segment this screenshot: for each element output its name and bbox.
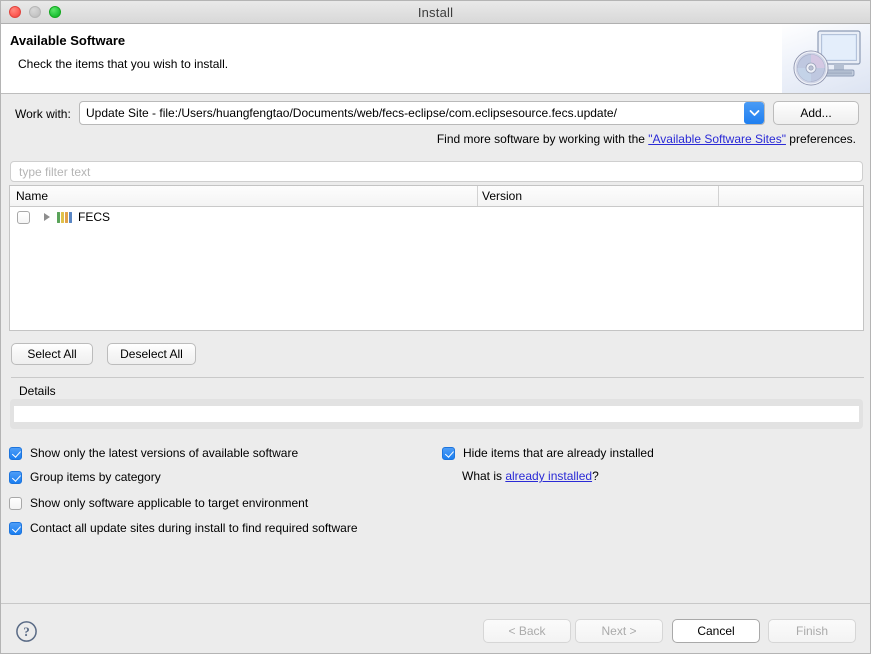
- page-title: Available Software: [10, 33, 126, 48]
- available-software-sites-link[interactable]: "Available Software Sites": [648, 132, 786, 146]
- minimize-button[interactable]: [29, 6, 41, 18]
- what-is-prefix: What is: [462, 469, 506, 483]
- details-text: [14, 406, 859, 422]
- work-with-value[interactable]: Update Site - file:/Users/huangfengtao/D…: [80, 106, 744, 120]
- expand-arrow-icon[interactable]: [44, 213, 50, 221]
- computer-cd-icon: [782, 24, 870, 93]
- column-header-name[interactable]: Name: [16, 189, 48, 203]
- tree-rows: FECS: [10, 207, 863, 227]
- dialog-header: Available Software Check the items that …: [1, 24, 870, 94]
- checkbox-hide-installed[interactable]: [442, 446, 455, 460]
- table-row[interactable]: FECS: [10, 207, 863, 227]
- cancel-button[interactable]: Cancel: [672, 619, 760, 643]
- column-divider-1[interactable]: [477, 186, 478, 206]
- what-is-already-installed: What is already installed?: [462, 469, 599, 483]
- row-name-label: FECS: [78, 210, 111, 224]
- dialog-footer: ? < Back Next > Cancel Finish: [1, 603, 870, 653]
- work-with-row: Work with: Update Site - file:/Users/hua…: [1, 101, 870, 129]
- chevron-down-icon[interactable]: [744, 102, 764, 124]
- filter-input[interactable]: type filter text: [10, 161, 863, 182]
- help-icon[interactable]: ?: [15, 620, 38, 643]
- column-divider-2[interactable]: [718, 186, 719, 206]
- column-header-version[interactable]: Version: [482, 189, 522, 203]
- install-dialog-window: Install Available Software Check the ite…: [0, 0, 871, 654]
- option-hide-installed[interactable]: Hide items that are already installed: [442, 446, 654, 460]
- checkbox-show-latest[interactable]: [9, 446, 22, 460]
- filter-placeholder: type filter text: [19, 164, 91, 179]
- window-controls: [9, 6, 61, 18]
- option-applicable-target-label: Show only software applicable to target …: [30, 496, 309, 510]
- next-button[interactable]: Next >: [575, 619, 663, 643]
- title-bar: Install: [1, 1, 870, 24]
- work-with-combo[interactable]: Update Site - file:/Users/huangfengtao/D…: [79, 101, 765, 125]
- option-show-latest-label: Show only the latest versions of availab…: [30, 446, 299, 460]
- window-title: Install: [417, 4, 454, 20]
- close-button[interactable]: [9, 6, 21, 18]
- section-divider: [11, 377, 864, 378]
- feature-category-icon: [57, 211, 72, 223]
- find-more-software-hint: Find more software by working with the "…: [437, 132, 856, 146]
- option-applicable-target[interactable]: Show only software applicable to target …: [9, 496, 308, 510]
- find-more-suffix: preferences.: [785, 132, 856, 146]
- svg-text:?: ?: [23, 624, 30, 639]
- select-all-button[interactable]: Select All: [11, 343, 93, 365]
- add-site-button[interactable]: Add...: [773, 101, 859, 125]
- what-is-suffix: ?: [592, 469, 599, 483]
- finish-button[interactable]: Finish: [768, 619, 856, 643]
- tree-header: Name Version: [10, 186, 863, 207]
- option-group-by-category-label: Group items by category: [30, 470, 161, 484]
- option-hide-installed-label: Hide items that are already installed: [463, 446, 654, 460]
- already-installed-link[interactable]: already installed: [505, 469, 592, 483]
- option-show-latest[interactable]: Show only the latest versions of availab…: [9, 446, 298, 460]
- find-more-prefix: Find more software by working with the: [436, 132, 649, 146]
- checkbox-contact-all-sites[interactable]: [9, 521, 22, 535]
- details-panel: [10, 399, 863, 429]
- details-label: Details: [19, 384, 56, 398]
- checkbox-applicable-target[interactable]: [9, 496, 22, 510]
- option-contact-all-sites-label: Contact all update sites during install …: [30, 521, 358, 535]
- available-software-tree[interactable]: Name Version FECS: [9, 185, 864, 331]
- checkbox-group-by-category[interactable]: [9, 470, 22, 484]
- work-with-label: Work with:: [15, 107, 71, 121]
- row-checkbox[interactable]: [17, 210, 30, 224]
- option-group-by-category[interactable]: Group items by category: [9, 470, 161, 484]
- back-button[interactable]: < Back: [483, 619, 571, 643]
- deselect-all-button[interactable]: Deselect All: [107, 343, 196, 365]
- page-subtitle: Check the items that you wish to install…: [18, 57, 229, 71]
- option-contact-all-sites[interactable]: Contact all update sites during install …: [9, 521, 358, 535]
- zoom-button[interactable]: [49, 6, 61, 18]
